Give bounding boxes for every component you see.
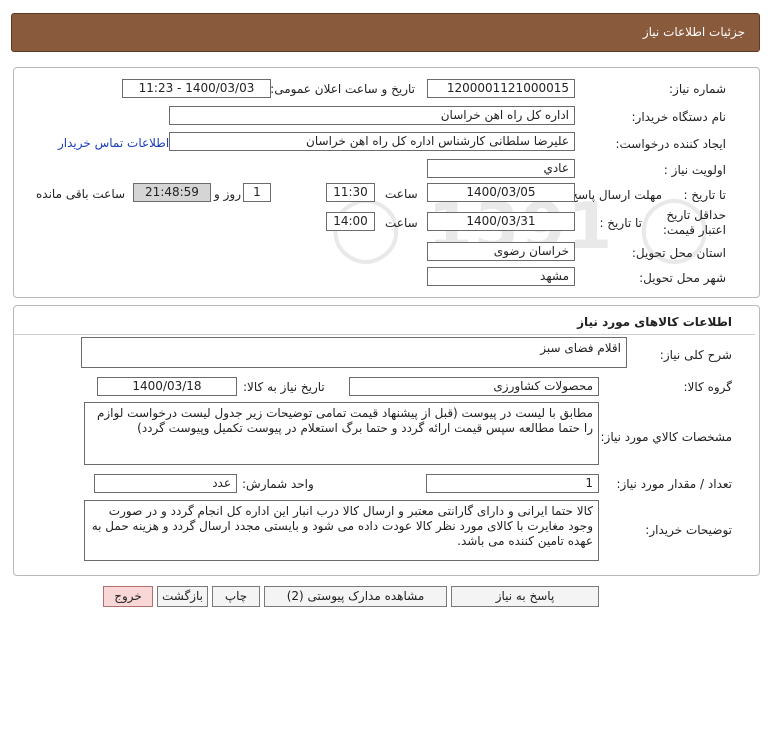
priority-field: عادي <box>427 159 575 178</box>
validity-time-field: 14:00 <box>326 212 375 231</box>
city-label: شهر محل تحویل: <box>639 271 726 285</box>
deadline-date-field: 1400/03/05 <box>427 183 575 202</box>
need-date-label: تاریخ نیاز به کالا: <box>243 380 325 394</box>
announce-datetime-label: تاریخ و ساعت اعلان عمومی: <box>270 82 415 96</box>
province-field: خراسان رضوی <box>427 242 575 261</box>
validity-to-date-label: تا تاریخ : <box>599 216 642 230</box>
creator-label: ایجاد کننده درخواست: <box>615 137 726 151</box>
creator-field: علیرضا سلطانی کارشناس اداره کل راه اهن خ… <box>169 132 575 151</box>
goods-spec-label: مشخصات کالاي مورد نياز: <box>600 430 732 444</box>
remaining-time-label: ساعت باقی مانده <box>36 187 126 201</box>
announce-datetime-field: 1400/03/03 - 11:23 <box>122 79 271 98</box>
reply-button[interactable]: پاسخ به نیاز <box>451 586 599 607</box>
priority-label: اولویت نیاز : <box>663 163 726 177</box>
validity-label: حداقل تاریخ اعتبار قیمت: <box>662 208 726 237</box>
buyer-contact-link[interactable]: اطلاعات تماس خریدار <box>58 136 169 150</box>
deadline-label: مهلت ارسال پاسخ: <box>566 188 662 202</box>
goods-desc-field: اقلام فضای سبز <box>81 337 627 368</box>
buyer-org-field: اداره کل راه اهن خراسان <box>169 106 575 125</box>
need-number-label: شماره نیاز: <box>669 82 726 96</box>
deadline-time-field: 11:30 <box>326 183 375 202</box>
buyer-notes-label: توضیحات خریدار: <box>645 523 732 537</box>
print-button[interactable]: چاپ <box>212 586 260 607</box>
quantity-label: تعداد / مقدار مورد نیاز: <box>616 477 732 491</box>
validity-date-field: 1400/03/31 <box>427 212 575 231</box>
buyer-org-label: نام دستگاه خریدار: <box>631 110 727 124</box>
goods-section-divider <box>14 334 755 335</box>
goods-desc-label: شرح کلی نیاز: <box>659 348 732 362</box>
goods-group-label: گروه کالا: <box>683 380 733 394</box>
back-button[interactable]: بازگشت <box>157 586 208 607</box>
validity-hour-label: ساعت <box>385 216 418 230</box>
remaining-time-field: 21:48:59 <box>133 183 211 202</box>
need-number-field: 1200001121000015 <box>427 79 575 98</box>
goods-group-field: محصولات کشاورزی <box>349 377 599 396</box>
deadline-to-date-label: تا تاریخ : <box>683 188 726 202</box>
page-title: جزئیات اطلاعات نیاز <box>642 25 745 39</box>
view-attachments-button[interactable]: مشاهده مدارک پیوستی (2) <box>264 586 447 607</box>
need-date-field: 1400/03/18 <box>97 377 237 396</box>
exit-button[interactable]: خروج <box>103 586 153 607</box>
page-header: جزئیات اطلاعات نیاز <box>11 13 760 52</box>
city-field: مشهد <box>427 267 575 286</box>
days-label: روز و <box>214 187 241 201</box>
deadline-hour-label: ساعت <box>385 187 418 201</box>
goods-section-title: اطلاعات کالاهای مورد نیاز <box>577 315 732 329</box>
goods-spec-field: مطابق با لیست در پیوست (قبل از پیشنهاد ق… <box>84 402 599 465</box>
remaining-days-field: 1 <box>243 183 271 202</box>
buyer-notes-field: کالا حتما ایرانی و دارای گارانتی معتبر و… <box>84 500 599 561</box>
quantity-field: 1 <box>426 474 599 493</box>
unit-field: عدد <box>94 474 237 493</box>
unit-label: واحد شمارش: <box>242 477 314 491</box>
province-label: استان محل تحویل: <box>631 246 726 260</box>
